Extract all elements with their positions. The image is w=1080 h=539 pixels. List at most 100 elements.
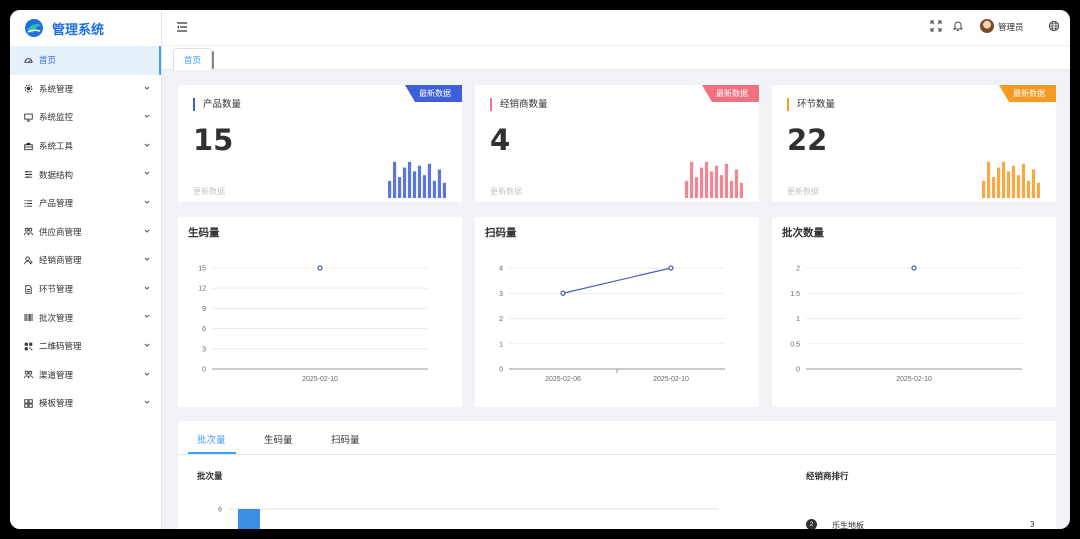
line-chart-plot: 0 0.5 1 1.5 2 2025-02-10 — [790, 265, 1022, 383]
sidebar-item-monitor[interactable]: 系统监控 — [10, 103, 161, 132]
code-generation-chart: 生码量 0 3 6 9 12 15 2025-02-10 — [178, 217, 462, 407]
line-chart-plot: 0 1 2 3 4 2025-02-06 2025-02-10 — [499, 265, 725, 383]
y-tick-label: 15 — [198, 266, 206, 273]
mini-bar — [719, 175, 724, 198]
scan-count-chart: 扫码量 0 1 2 3 4 2025-02-06 2025-02-10 — [475, 217, 759, 407]
monitor-icon — [24, 113, 33, 122]
chevron-down-icon — [144, 286, 150, 290]
sidebar-item-home[interactable]: 首页 — [10, 46, 161, 75]
chevron-down-icon — [144, 257, 150, 261]
sidebar-item-label: 二维码管理 — [39, 341, 82, 352]
batch-bar-chart: 6 — [218, 507, 718, 529]
logo[interactable]: 管理系统 — [10, 10, 161, 46]
data-point[interactable] — [911, 265, 917, 271]
users-icon — [24, 228, 33, 236]
stat-update-link[interactable]: 更新数据 — [490, 186, 522, 197]
sidebar-item-tools[interactable]: 系统工具 — [10, 132, 161, 161]
dealer-count-card: 经销商数量 4 更新数据 最新数据 — [475, 85, 759, 202]
y-tick-label: 3 — [202, 346, 206, 353]
mini-bar — [991, 177, 996, 198]
app-window: 管理系统 首页 系统管理 系统监控系统工具数据结构产品管理 供应商管理 经销商管理 环节管… — [10, 10, 1070, 529]
sidebar-item-label: 模板管理 — [39, 398, 74, 409]
chevron-down-icon — [144, 229, 150, 233]
globe-icon[interactable] — [1048, 20, 1060, 32]
y-tick-label: 2 — [499, 316, 503, 323]
sidebar-item-label: 渠道管理 — [39, 369, 74, 380]
sidebar-item-label: 系统工具 — [39, 141, 74, 152]
y-tick-label: 2 — [796, 266, 800, 273]
latest-data-ribbon: 最新数据 — [702, 85, 759, 102]
stat-value: 4 — [490, 123, 511, 157]
sidebar-item-label: 数据结构 — [39, 169, 74, 180]
sidebar-item-data-structure[interactable]: 数据结构 — [10, 160, 161, 189]
gear-icon — [24, 84, 33, 93]
mini-bar-chart — [685, 161, 743, 198]
sidebar-item-products[interactable]: 产品管理 — [10, 189, 161, 218]
avatar[interactable] — [980, 19, 994, 33]
chevron-down-icon — [144, 172, 150, 176]
mini-bar — [392, 161, 397, 198]
chevron-down-icon — [144, 314, 150, 319]
sidebar-item-channels[interactable]: 渠道管理 — [10, 361, 161, 390]
rank-badge: 2 — [806, 519, 817, 529]
latest-data-ribbon: 最新数据 — [405, 85, 462, 102]
mini-bar — [432, 180, 437, 198]
mini-bar — [982, 180, 986, 198]
mini-bar — [1011, 165, 1016, 198]
stat-title: 经销商数量 — [490, 98, 548, 111]
chevron-down-icon — [144, 400, 150, 404]
mini-bar — [1006, 171, 1011, 198]
rank-dealer-value: 3 — [1030, 520, 1035, 529]
chevron-down-icon — [144, 200, 150, 204]
stat-update-link[interactable]: 更新数据 — [787, 186, 819, 197]
stage-count-card: 环节数量 22 更新数据 最新数据 — [772, 85, 1056, 202]
mini-bar — [412, 171, 417, 198]
series-line — [562, 267, 672, 294]
mini-bar — [996, 167, 1001, 198]
group-icon — [24, 371, 33, 379]
bottom-panel: 批次量 生码量 扫码量 批次量 6 经销商排行 2 乐生地板 3 — [178, 421, 1056, 529]
collapse-menu-icon[interactable] — [176, 21, 188, 33]
sidebar-item-qrcodes[interactable]: 二维码管理 — [10, 332, 161, 361]
data-point[interactable] — [560, 290, 566, 296]
tag-home[interactable]: 首页 — [173, 48, 214, 70]
barcode-icon — [24, 314, 33, 322]
bell-icon[interactable] — [952, 20, 964, 32]
sidebar-item-batches[interactable]: 批次管理 — [10, 303, 161, 332]
y-tick-label: 6 — [202, 326, 206, 333]
user-name[interactable]: 管理员 — [998, 21, 1024, 33]
chevron-down-icon — [144, 86, 150, 90]
grid-icon — [24, 399, 33, 408]
x-tick-label: 2025-02-06 — [545, 376, 581, 383]
mini-bar — [1026, 180, 1031, 198]
mini-bar — [689, 161, 694, 198]
x-tick-label: 2025-02-10 — [653, 376, 689, 383]
sidebar-item-label: 批次管理 — [39, 312, 74, 323]
fullscreen-icon[interactable] — [930, 20, 942, 32]
mini-bar — [709, 171, 714, 198]
mini-bar — [734, 169, 739, 198]
mini-bar — [407, 161, 412, 198]
y-tick-label: 3 — [499, 291, 503, 298]
data-point[interactable] — [668, 265, 674, 271]
mini-bar-chart — [982, 161, 1040, 198]
sidebar-item-templates[interactable]: 模板管理 — [10, 389, 161, 418]
sidebar: 管理系统 首页 系统管理 系统监控系统工具数据结构产品管理 供应商管理 经销商管理 环节管… — [10, 10, 162, 529]
sidebar-item-system[interactable]: 系统管理 — [10, 75, 161, 104]
y-tick-label: 0 — [499, 367, 503, 374]
mini-bar — [739, 182, 743, 198]
stat-update-link[interactable]: 更新数据 — [193, 186, 225, 197]
data-point[interactable] — [317, 265, 323, 271]
dealer-ranking-title: 经销商排行 — [806, 471, 849, 481]
y-tick-label: 12 — [198, 286, 206, 293]
mini-bar — [714, 165, 719, 198]
sidebar-item-dealers[interactable]: 经销商管理 — [10, 246, 161, 275]
sidebar-item-suppliers[interactable]: 供应商管理 — [10, 218, 161, 247]
chevron-down-icon — [144, 343, 150, 347]
y-tick-label: 1.5 — [790, 291, 800, 298]
mini-bar — [1021, 163, 1026, 198]
tags-view: 首页 — [162, 46, 1070, 70]
bar[interactable] — [238, 509, 260, 529]
sidebar-item-stages[interactable]: 环节管理 — [10, 275, 161, 304]
y-tick-label: 9 — [202, 306, 206, 313]
